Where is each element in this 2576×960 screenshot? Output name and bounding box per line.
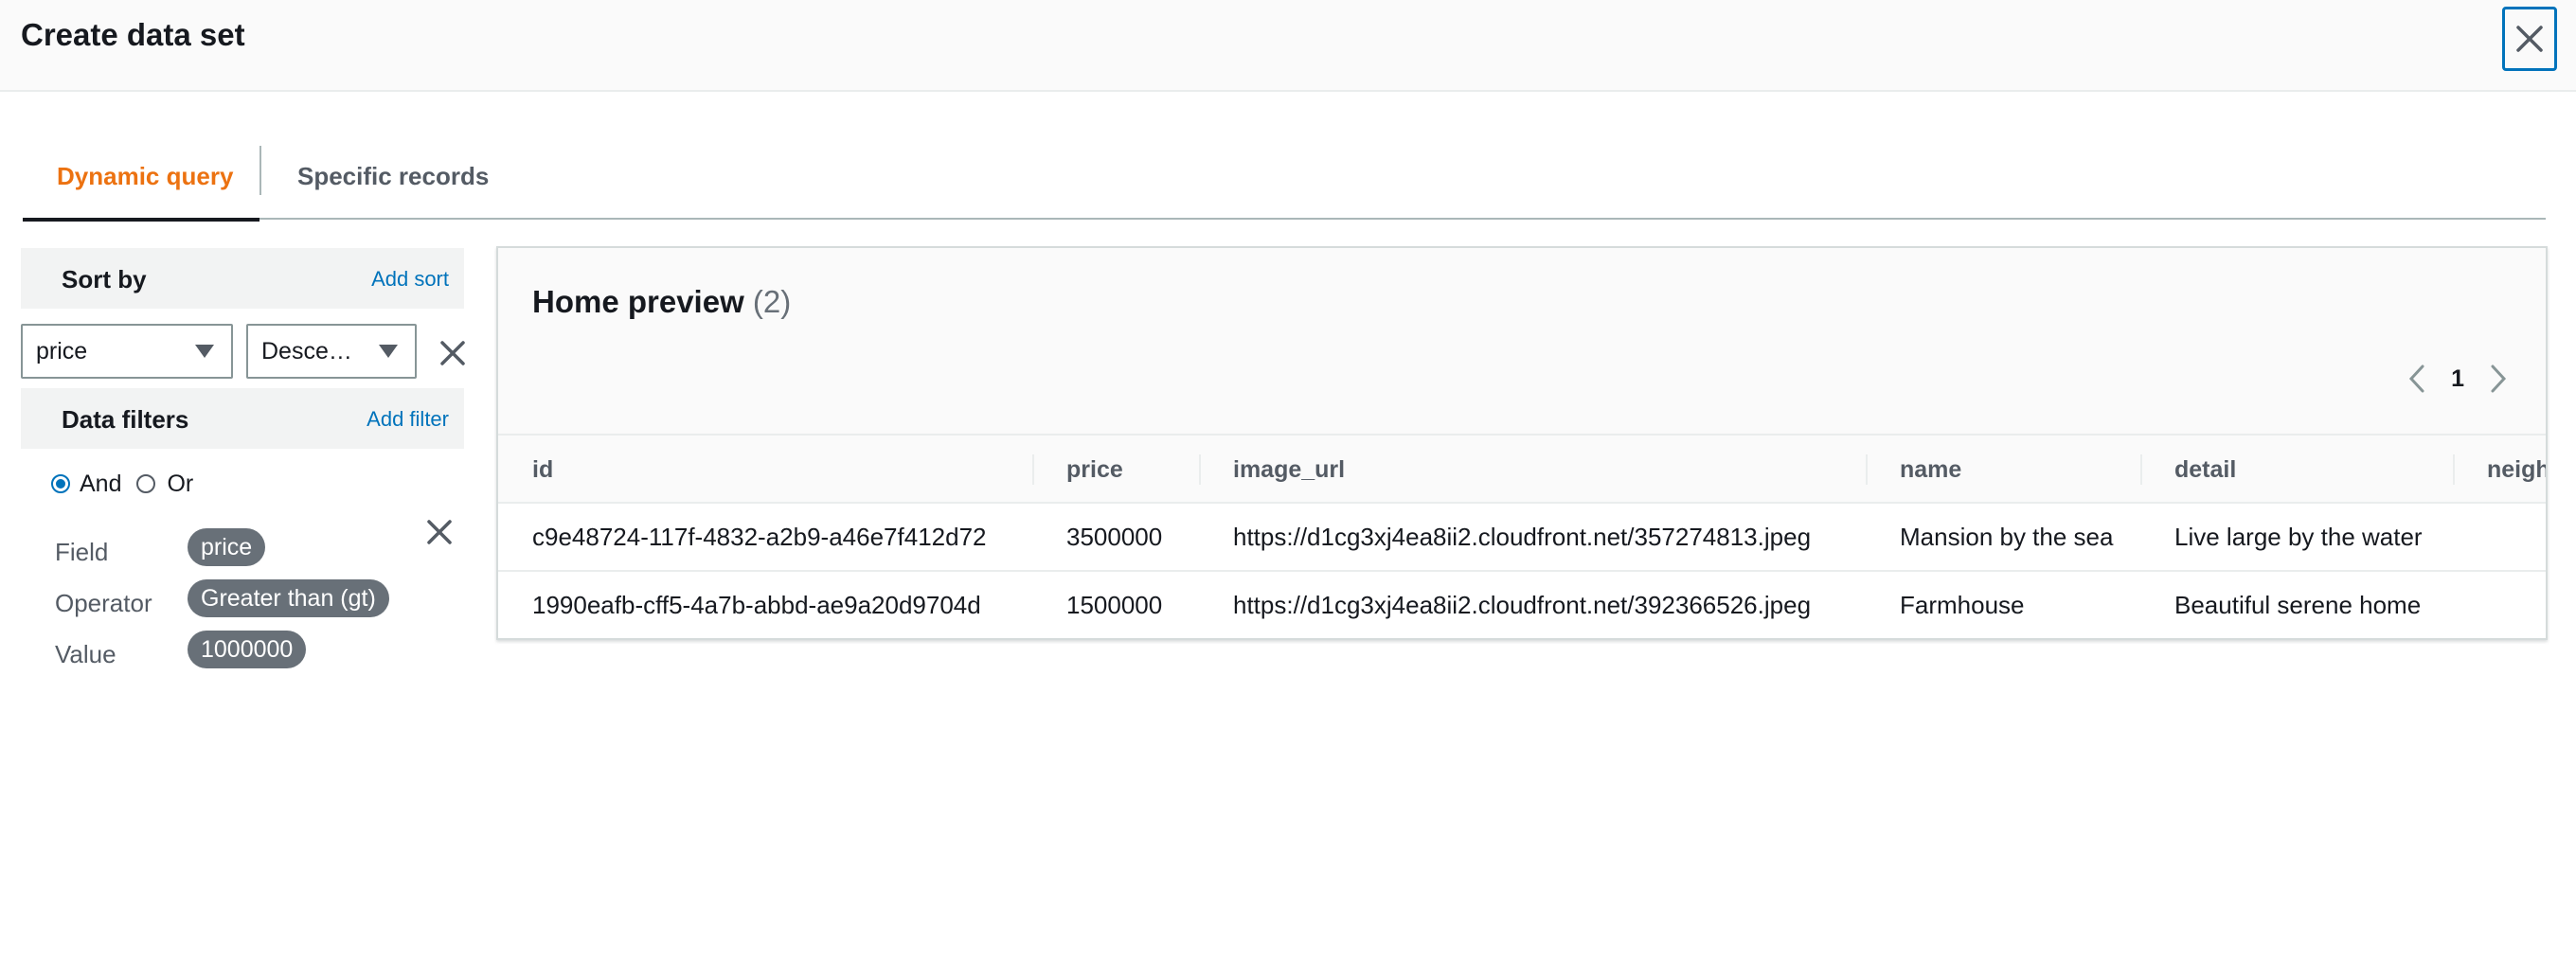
cell-detail: Beautiful serene home <box>2174 590 2422 619</box>
home-preview-panel: Home preview (2) 1 id price image_url na… <box>496 246 2548 640</box>
tab-divider <box>259 146 261 195</box>
chevron-right-icon[interactable] <box>2489 364 2508 394</box>
column-header-name[interactable]: name <box>1900 436 1961 504</box>
filters-section-header: Data filters Add filter <box>21 388 464 449</box>
cell-id: 1990eafb-cff5-4a7b-abbd-ae9a20d9704d <box>532 590 981 619</box>
filter-operator-label: Operator <box>55 589 152 617</box>
cell-id: c9e48724-117f-4832-a2b9-a46e7f412d72 <box>532 522 987 551</box>
cell-name: Farmhouse <box>1900 590 2025 619</box>
sort-title: Sort by <box>62 265 147 293</box>
modal-header: Create data set <box>0 0 2576 92</box>
column-header-price[interactable]: price <box>1066 436 1123 504</box>
close-icon <box>440 341 465 365</box>
filter-field-label: Field <box>55 538 109 566</box>
cell-price: 3500000 <box>1066 522 1163 551</box>
panel-header: Home preview (2) 1 <box>498 248 2546 434</box>
sort-field-value: price <box>36 337 88 364</box>
table-header: id price image_url name detail neigh <box>498 434 2546 504</box>
column-header-id[interactable]: id <box>532 436 553 504</box>
cell-image-url: https://d1cg3xj4ea8ii2.cloudfront.net/39… <box>1233 590 1812 619</box>
sort-section-header: Sort by Add sort <box>21 248 464 309</box>
filter-value-label: Value <box>55 640 116 668</box>
add-sort-link[interactable]: Add sort <box>371 267 449 292</box>
cell-name: Mansion by the sea <box>1900 522 2114 551</box>
sort-order-select[interactable]: Desce… <box>246 324 417 379</box>
column-divider <box>2453 454 2455 485</box>
filters-title: Data filters <box>62 405 189 434</box>
filter-field-token: price <box>188 528 266 566</box>
column-divider <box>1866 454 1868 485</box>
tab-bar: Dynamic query Specific records <box>23 133 2546 222</box>
close-icon <box>427 520 452 544</box>
column-divider <box>1032 454 1034 485</box>
close-icon <box>2516 26 2543 52</box>
remove-filter-button[interactable] <box>422 515 456 549</box>
or-radio[interactable] <box>136 474 156 493</box>
filter-value-token: 1000000 <box>188 631 307 668</box>
add-filter-link[interactable]: Add filter <box>367 407 449 432</box>
tab-specific-records[interactable]: Specific records <box>297 133 489 220</box>
and-radio[interactable] <box>51 474 70 493</box>
remove-sort-button[interactable] <box>436 336 470 370</box>
cell-price: 1500000 <box>1066 590 1163 619</box>
column-divider <box>1199 454 1201 485</box>
caret-down-icon <box>195 345 214 358</box>
filter-logic-radio-group: And Or <box>51 468 193 500</box>
caret-down-icon <box>379 345 398 358</box>
column-header-detail[interactable]: detail <box>2174 436 2236 504</box>
panel-title: Home preview (2) <box>532 284 791 320</box>
and-label: And <box>80 470 122 497</box>
sort-field-select[interactable]: price <box>21 324 233 379</box>
table-row: c9e48724-117f-4832-a2b9-a46e7f412d72 350… <box>498 504 2546 572</box>
table-row: 1990eafb-cff5-4a7b-abbd-ae9a20d9704d 150… <box>498 572 2546 638</box>
cell-detail: Live large by the water <box>2174 522 2423 551</box>
column-header-neighborhood[interactable]: neigh <box>2487 436 2546 504</box>
column-header-image-url[interactable]: image_url <box>1233 436 1345 504</box>
current-page[interactable]: 1 <box>2451 365 2464 393</box>
chevron-left-icon[interactable] <box>2407 364 2426 394</box>
sort-order-value: Desce… <box>261 337 352 364</box>
or-label: Or <box>167 470 194 497</box>
panel-title-text: Home preview <box>532 284 744 319</box>
close-button[interactable] <box>2502 7 2557 71</box>
filter-operator-token: Greater than (gt) <box>188 579 389 617</box>
tab-dynamic-query[interactable]: Dynamic query <box>23 133 259 222</box>
panel-count: (2) <box>752 284 792 319</box>
cell-image-url: https://d1cg3xj4ea8ii2.cloudfront.net/35… <box>1233 522 1812 551</box>
column-divider <box>2140 454 2142 485</box>
pagination: 1 <box>2407 360 2508 398</box>
modal-title: Create data set <box>21 17 245 52</box>
